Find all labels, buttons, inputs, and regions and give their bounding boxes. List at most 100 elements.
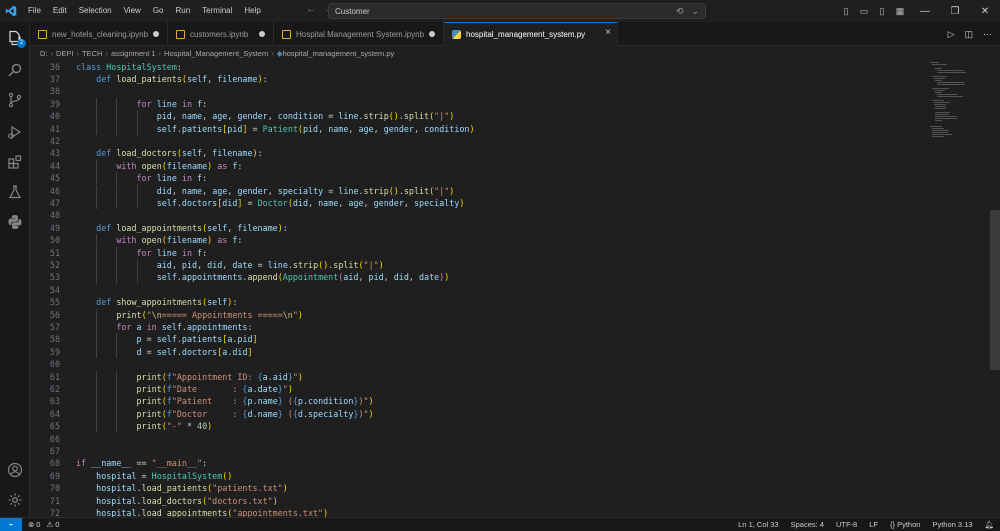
more-actions-icon[interactable]: ⋯ bbox=[983, 29, 992, 40]
source-control-icon[interactable] bbox=[0, 86, 30, 114]
line-number: 69 bbox=[49, 470, 60, 481]
code-line: 70 hospital.load_patients("patients.txt"… bbox=[30, 482, 930, 494]
indent-guide bbox=[116, 382, 118, 396]
line-number: 72 bbox=[49, 507, 60, 517]
explorer-icon[interactable]: 2 bbox=[0, 24, 30, 52]
vscode-logo-icon bbox=[0, 0, 22, 22]
line-number: 51 bbox=[49, 247, 60, 258]
notebook-file-icon bbox=[176, 29, 185, 39]
code-line: 49 def load_appointments(self, filename)… bbox=[30, 222, 930, 234]
vertical-scrollbar-thumb[interactable] bbox=[990, 210, 1000, 370]
code-text: print(f"Date : {a.date}") bbox=[136, 383, 293, 394]
run-debug-icon[interactable] bbox=[0, 118, 30, 146]
code-line: 59 d = self.doctors[a.did] bbox=[30, 346, 930, 358]
indent-guide bbox=[96, 122, 98, 135]
menu-help[interactable]: Help bbox=[238, 0, 266, 22]
code-line: 52 aid, pid, did, date = line.strip().sp… bbox=[30, 259, 930, 271]
minimap[interactable] bbox=[930, 60, 990, 517]
copilot-icon[interactable]: ⟲ bbox=[676, 6, 684, 17]
minimize-button[interactable]: — bbox=[910, 6, 940, 17]
minimap-line bbox=[935, 108, 946, 109]
python-icon[interactable] bbox=[0, 208, 30, 236]
menu-edit[interactable]: Edit bbox=[47, 0, 73, 22]
extensions-icon[interactable] bbox=[0, 148, 30, 176]
toggle-sidebar-icon[interactable]: ▯ bbox=[838, 6, 854, 17]
code-text: def load_appointments(self, filename): bbox=[96, 222, 288, 233]
minimap-line bbox=[937, 94, 958, 95]
status-bar: ⌁ ⊗ 0 ⚠ 0 Ln 1, Col 33 Spaces: 4 UTF-8 L… bbox=[0, 517, 1000, 531]
indentation[interactable]: Spaces: 4 bbox=[791, 520, 824, 529]
customize-layout-icon[interactable]: ▦ bbox=[892, 6, 908, 17]
unsaved-dot-icon bbox=[429, 31, 435, 37]
notebook-file-icon bbox=[38, 29, 47, 39]
python-file-icon bbox=[452, 30, 461, 39]
menu-file[interactable]: File bbox=[22, 0, 47, 22]
code-line: 67 bbox=[30, 445, 930, 457]
cursor-position[interactable]: Ln 1, Col 33 bbox=[738, 520, 778, 529]
code-text: pid, name, age, gender, condition = line… bbox=[156, 111, 455, 122]
line-number: 58 bbox=[49, 334, 60, 345]
problems-indicator[interactable]: ⊗ 0 ⚠ 0 bbox=[28, 520, 59, 529]
indent-guide bbox=[116, 333, 118, 346]
minimap-line bbox=[933, 78, 945, 79]
tab-customers[interactable]: customers.ipynb bbox=[168, 22, 274, 46]
encoding[interactable]: UTF-8 bbox=[836, 520, 857, 529]
language-mode[interactable]: {} Python bbox=[890, 520, 920, 529]
search-icon[interactable] bbox=[0, 56, 30, 84]
error-count: 0 bbox=[36, 520, 41, 529]
code-editor[interactable]: 36 class HospitalSystem: 37 def load_patie… bbox=[30, 60, 1000, 517]
toggle-panel-icon[interactable]: ▭ bbox=[856, 6, 872, 17]
close-window-button[interactable]: ✕ bbox=[970, 6, 1000, 17]
chevron-right-icon: › bbox=[76, 48, 80, 58]
minimap-line bbox=[935, 68, 942, 69]
command-center-search[interactable]: Customer ⟲ ⌄ bbox=[328, 3, 706, 19]
line-number: 66 bbox=[49, 433, 60, 444]
indent-guide bbox=[96, 258, 98, 272]
account-icon[interactable] bbox=[0, 456, 30, 484]
end-of-line[interactable]: LF bbox=[869, 520, 878, 529]
menu-terminal[interactable]: Terminal bbox=[196, 0, 238, 22]
minimap-line bbox=[935, 106, 947, 107]
minimap-line bbox=[931, 76, 947, 77]
breadcrumb-item[interactable]: assignment 1 bbox=[111, 49, 156, 58]
indent-guide bbox=[96, 110, 98, 123]
language-label: Python bbox=[897, 520, 921, 529]
minimap-line bbox=[935, 114, 950, 115]
breadcrumb-item[interactable]: DEPI bbox=[56, 49, 74, 58]
notifications-bell-icon[interactable]: 🔔︎ bbox=[984, 520, 994, 529]
menu-selection[interactable]: Selection bbox=[73, 0, 118, 22]
tab-hospital-management-system-py[interactable]: hospital_management_system.py × bbox=[444, 22, 618, 46]
chevron-down-icon[interactable]: ⌄ bbox=[691, 6, 699, 17]
code-line: 36 class HospitalSystem: bbox=[30, 61, 930, 73]
line-number: 40 bbox=[49, 111, 60, 122]
restore-button[interactable]: ❐ bbox=[940, 6, 970, 17]
tab-new-hotels-cleaning[interactable]: new_hotels_cleaning.ipynb bbox=[30, 22, 168, 46]
toggle-secondary-sidebar-icon[interactable]: ▯ bbox=[874, 6, 890, 17]
tab-label: customers.ipynb bbox=[190, 29, 249, 39]
minimap-line bbox=[933, 90, 945, 91]
breadcrumb-item[interactable]: hospital_management_system.py bbox=[283, 49, 395, 58]
testing-icon[interactable] bbox=[0, 178, 30, 206]
run-python-file-icon[interactable]: ▷ bbox=[948, 29, 955, 40]
remote-indicator-icon[interactable]: ⌁ bbox=[0, 518, 22, 531]
code-line: 65 print("-" * 40) bbox=[30, 420, 930, 432]
explorer-badge: 2 bbox=[17, 39, 26, 48]
menu-go[interactable]: Go bbox=[147, 0, 170, 22]
breadcrumb-item[interactable]: D: bbox=[40, 49, 48, 58]
code-text: def show_appointments(self): bbox=[96, 297, 238, 308]
chevron-right-icon: › bbox=[105, 48, 108, 58]
split-editor-icon[interactable]: ◫ bbox=[964, 29, 973, 40]
python-interpreter[interactable]: Python 3.13 bbox=[932, 520, 972, 529]
line-number: 55 bbox=[49, 297, 60, 308]
breadcrumb-item[interactable]: Hospital_Management_System bbox=[164, 49, 268, 58]
code-line: 61 print(f"Appointment ID: {a.aid}") bbox=[30, 371, 930, 383]
breadcrumb-item[interactable]: TECH bbox=[82, 49, 102, 58]
menu-view[interactable]: View bbox=[118, 0, 147, 22]
tab-hospital-management-notebook[interactable]: Hospital Management System.ipynb bbox=[274, 22, 444, 46]
line-number: 70 bbox=[49, 483, 60, 494]
close-tab-icon[interactable]: × bbox=[605, 27, 611, 38]
indent-guide bbox=[116, 246, 118, 259]
menu-run[interactable]: Run bbox=[169, 0, 196, 22]
back-arrow-icon[interactable]: ← bbox=[306, 4, 316, 15]
settings-gear-icon[interactable] bbox=[0, 486, 30, 514]
